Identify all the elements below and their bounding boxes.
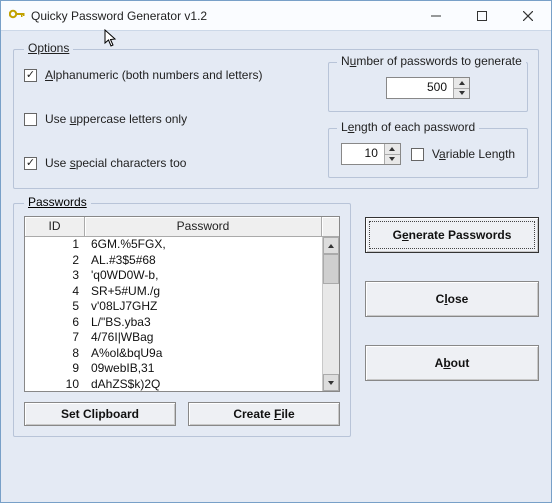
length-legend: Length of each password (337, 120, 479, 134)
checkbox-icon (24, 113, 37, 126)
table-row[interactable]: 8A%ol&bqU9a (25, 346, 322, 362)
table-row[interactable]: 4SR+5#UM./g (25, 284, 322, 300)
table-row[interactable]: 5v'08LJ7GHZ (25, 299, 322, 315)
passwords-listview[interactable]: ID Password 16GM.%5FGX,2AL.#3$5#683'q0WD… (24, 216, 340, 392)
generate-button[interactable]: Generate Passwords (365, 217, 539, 253)
scroll-track[interactable] (323, 284, 339, 374)
options-right-col: Number of passwords to generate 500 (328, 62, 528, 178)
spinner-up-icon[interactable] (385, 144, 400, 154)
listview-header: ID Password (25, 217, 339, 237)
alphanumeric-label: Alphanumeric (both numbers and letters) (45, 68, 262, 82)
checkbox-icon (24, 157, 37, 170)
number-spinner[interactable]: 500 (386, 77, 470, 99)
cell-id: 1 (25, 237, 85, 253)
checkbox-icon (411, 148, 424, 161)
length-value[interactable]: 10 (342, 144, 384, 164)
cell-password: 4/76I|WBag (85, 330, 322, 346)
table-row[interactable]: 909webIB,31 (25, 361, 322, 377)
close-app-button[interactable]: Close (365, 281, 539, 317)
cell-password: SR+5#UM./g (85, 284, 322, 300)
cell-password: A%ol&bqU9a (85, 346, 322, 362)
app-window: Quicky Password Generator v1.2 Options A… (0, 0, 552, 503)
close-button[interactable] (505, 1, 551, 30)
number-legend: Number of passwords to generate (337, 54, 526, 68)
spinner-down-icon[interactable] (385, 154, 400, 165)
options-groupbox: Options Alphanumeric (both numbers and l… (13, 49, 539, 189)
uppercase-label: Use uppercase letters only (45, 112, 187, 126)
scroll-down-icon[interactable] (323, 374, 339, 391)
number-groupbox: Number of passwords to generate 500 (328, 62, 528, 112)
length-spinner[interactable]: 10 (341, 143, 401, 165)
client-area: Options Alphanumeric (both numbers and l… (1, 31, 551, 449)
cell-password: L/"BS.yba3 (85, 315, 322, 331)
table-row[interactable]: 2AL.#3$5#68 (25, 253, 322, 269)
alphanumeric-checkbox[interactable]: Alphanumeric (both numbers and letters) (24, 68, 316, 82)
number-value[interactable]: 500 (387, 78, 453, 98)
table-row[interactable]: 6L/"BS.yba3 (25, 315, 322, 331)
cell-password: dAhZS$k)2Q (85, 377, 322, 392)
window-title: Quicky Password Generator v1.2 (31, 9, 413, 23)
passwords-groupbox: Passwords ID Password 16GM.%5FGX,2AL.#3$… (13, 203, 351, 437)
cell-id: 5 (25, 299, 85, 315)
passwords-legend: Passwords (24, 195, 91, 209)
cell-password: v'08LJ7GHZ (85, 299, 322, 315)
cell-id: 10 (25, 377, 85, 392)
length-groupbox: Length of each password 10 (328, 128, 528, 178)
cell-id: 6 (25, 315, 85, 331)
scroll-thumb[interactable] (323, 254, 339, 284)
header-password[interactable]: Password (85, 217, 322, 236)
listview-rows: 16GM.%5FGX,2AL.#3$5#683'q0WD0W-b,4SR+5#U… (25, 237, 322, 391)
uppercase-checkbox[interactable]: Use uppercase letters only (24, 112, 316, 126)
app-icon (9, 8, 25, 23)
minimize-button[interactable] (413, 1, 459, 30)
variable-length-checkbox[interactable]: Variable Length (411, 147, 515, 161)
cell-id: 2 (25, 253, 85, 269)
special-label: Use special characters too (45, 156, 186, 170)
spinner-down-icon[interactable] (454, 88, 469, 99)
variable-length-label: Variable Length (432, 147, 515, 161)
about-button[interactable]: About (365, 345, 539, 381)
title-bar: Quicky Password Generator v1.2 (1, 1, 551, 31)
set-clipboard-button[interactable]: Set Clipboard (24, 402, 176, 426)
spinner-up-icon[interactable] (454, 78, 469, 88)
table-row[interactable]: 16GM.%5FGX, (25, 237, 322, 253)
create-file-button[interactable]: Create File (188, 402, 340, 426)
checkbox-icon (24, 69, 37, 82)
options-left-col: Alphanumeric (both numbers and letters) … (24, 62, 316, 178)
options-legend: Options (24, 41, 73, 55)
action-buttons: Generate Passwords Close About (365, 203, 539, 437)
maximize-button[interactable] (459, 1, 505, 30)
table-row[interactable]: 10dAhZS$k)2Q (25, 377, 322, 392)
cell-password: 'q0WD0W-b, (85, 268, 322, 284)
scroll-up-icon[interactable] (323, 237, 339, 254)
cell-password: 09webIB,31 (85, 361, 322, 377)
cell-password: 6GM.%5FGX, (85, 237, 322, 253)
table-row[interactable]: 74/76I|WBag (25, 330, 322, 346)
cell-id: 3 (25, 268, 85, 284)
vertical-scrollbar[interactable] (322, 237, 339, 391)
cell-id: 8 (25, 346, 85, 362)
cell-id: 9 (25, 361, 85, 377)
cell-id: 4 (25, 284, 85, 300)
cell-password: AL.#3$5#68 (85, 253, 322, 269)
header-id[interactable]: ID (25, 217, 85, 236)
special-checkbox[interactable]: Use special characters too (24, 156, 316, 170)
table-row[interactable]: 3'q0WD0W-b, (25, 268, 322, 284)
cell-id: 7 (25, 330, 85, 346)
